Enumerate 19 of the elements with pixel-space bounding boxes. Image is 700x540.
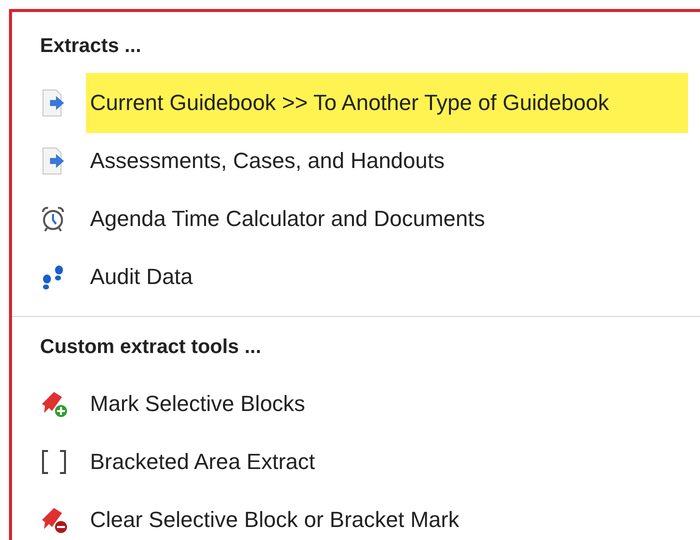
menu-item[interactable]: Mark Selective Blocks	[34, 375, 700, 433]
footprints-icon	[40, 263, 66, 291]
menu-item-label: Assessments, Cases, and Handouts	[90, 147, 445, 175]
menu-item[interactable]: Audit Data	[34, 248, 700, 306]
menu-item-label: Bracketed Area Extract	[90, 448, 315, 476]
ribbon-plus-icon	[40, 390, 70, 418]
section-heading: Custom extract tools ...	[40, 335, 262, 360]
ribbon-minus-icon	[40, 506, 70, 534]
menu-item[interactable]: Agenda Time Calculator and Documents	[34, 190, 700, 248]
brackets-icon	[40, 449, 68, 475]
menu-item-label: Audit Data	[90, 263, 193, 291]
menu-item[interactable]: Assessments, Cases, and Handouts	[34, 132, 700, 190]
alarm-clock-icon	[40, 205, 66, 233]
menu-item[interactable]: Clear Selective Block or Bracket Mark	[34, 491, 700, 540]
menu-item-label: Mark Selective Blocks	[90, 390, 306, 418]
menu-item[interactable]: Bracketed Area Extract	[34, 433, 700, 491]
section-heading: Extracts ...	[40, 34, 142, 59]
menu-item-label: Agenda Time Calculator and Documents	[90, 205, 485, 233]
menu-item-label: Clear Selective Block or Bracket Mark	[90, 506, 460, 534]
